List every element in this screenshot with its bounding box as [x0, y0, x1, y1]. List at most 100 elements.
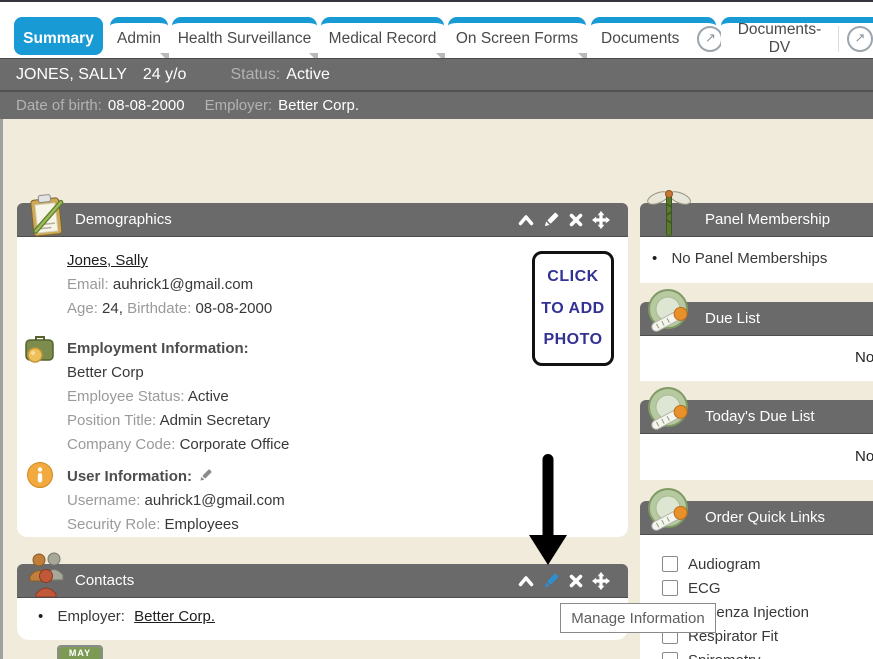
demographics-header-actions [517, 211, 610, 229]
tooltip-text: Manage Information [571, 610, 704, 627]
patient-age: 24 y/o [143, 66, 187, 84]
panel-title: Order Quick Links [705, 509, 825, 526]
tab-admin[interactable]: Admin [110, 17, 168, 55]
user-section-title: User Information: [67, 468, 192, 485]
email-value: auhrick1@gmail.com [113, 276, 253, 293]
photo-text-line: TO ADD [541, 300, 604, 318]
left-edge-strip [0, 119, 3, 659]
edit-pencil-icon-hovered[interactable] [542, 572, 560, 590]
panel-title: Due List [705, 310, 760, 327]
edit-user-pencil-icon[interactable] [198, 468, 213, 483]
collapse-chevron-up-icon[interactable] [517, 572, 535, 590]
due-list-partial-text: No [855, 349, 873, 366]
due-list-body: No [640, 336, 873, 381]
no-panel-memberships-text: No Panel Memberships [671, 250, 827, 267]
employer-label: Employer: [205, 97, 273, 114]
caduceus-icon [646, 188, 692, 238]
panel-title: Today's Due List [705, 408, 815, 425]
age-label: Age: [67, 300, 98, 317]
photo-text-line: CLICK [547, 268, 598, 286]
tab-label: Documents [591, 30, 689, 48]
quick-link-label[interactable]: ECG [688, 580, 721, 597]
email-label: Email: [67, 276, 109, 293]
todays-due-list-partial-text: No [855, 448, 873, 465]
quick-link-label[interactable]: Spirometry [688, 652, 761, 659]
checkbox-ecg[interactable] [662, 580, 678, 596]
move-icon[interactable] [592, 572, 610, 590]
external-link-icon[interactable]: ↗ [847, 26, 873, 52]
todays-due-list-body: No [640, 434, 873, 480]
thermometer-wreath-icon [644, 384, 692, 436]
panel-title: Demographics [75, 211, 172, 228]
position-title-label: Position Title: [67, 412, 156, 429]
age-value: 24, [102, 300, 123, 317]
company-code-label: Company Code: [67, 436, 175, 453]
external-link-icon[interactable]: ↗ [697, 26, 723, 52]
company-code-value: Corporate Office [180, 436, 290, 453]
app-window: Summary Admin Health Surveillance Medica… [0, 0, 873, 659]
employee-status-label: Employee Status: [67, 388, 185, 405]
calendar-month-label: MAY [59, 647, 101, 659]
contacts-body: • Employer: Better Corp. [17, 598, 628, 640]
checkbox-spirometry[interactable] [662, 652, 678, 659]
birthdate-label: Birthdate: [127, 300, 191, 317]
tab-label: On Screen Forms [456, 30, 578, 48]
add-photo-button[interactable]: CLICK TO ADD PHOTO [532, 251, 614, 366]
position-title-value: Admin Secretary [160, 412, 271, 429]
dob-value: 08-08-2000 [108, 97, 185, 114]
tab-medical-record[interactable]: Medical Record [321, 17, 444, 55]
tab-label: Health Surveillance [178, 30, 312, 48]
dob-label: Date of birth: [16, 97, 102, 114]
status-label: Status: [230, 66, 280, 84]
quick-link-row: Spirometry [662, 648, 873, 659]
employee-status-value: Active [188, 388, 229, 405]
checkbox-audiogram[interactable] [662, 556, 678, 572]
contacts-people-icon [26, 551, 66, 597]
tab-label: Summary [23, 30, 94, 48]
edit-pencil-icon[interactable] [542, 211, 560, 229]
tab-summary[interactable]: Summary [14, 17, 103, 55]
bullet-icon: • [652, 250, 657, 267]
panel-title: Panel Membership [705, 211, 830, 228]
order-quick-links-body: Audiogram ECG Influenza Injection Respir… [640, 535, 873, 659]
contact-employer-link[interactable]: Better Corp. [134, 608, 215, 625]
manage-information-tooltip: Manage Information [560, 603, 716, 633]
quick-link-row: Audiogram [662, 552, 873, 576]
quick-link-label[interactable]: Audiogram [688, 556, 761, 573]
employment-section-title: Employment Information: [67, 340, 249, 357]
panel-membership-body: • No Panel Memberships [640, 237, 873, 283]
patient-detail-bar: Date of birth: 08-08-2000 Employer: Bett… [0, 92, 873, 119]
photo-text-line: PHOTO [543, 331, 602, 349]
tab-bar: Summary Admin Health Surveillance Medica… [0, 2, 873, 58]
security-role-label: Security Role: [67, 516, 160, 533]
calendar-may-icon: MAY [57, 645, 103, 659]
clipboard-icon [24, 190, 68, 238]
thermometer-wreath-icon [644, 286, 692, 338]
close-icon[interactable] [567, 572, 585, 590]
username-value: auhrick1@gmail.com [145, 492, 285, 509]
tab-label: Documents-DV [721, 21, 838, 57]
panel-title: Contacts [75, 572, 134, 589]
patient-summary-bar: JONES, SALLY 24 y/o Status: Active [0, 58, 873, 90]
pointer-arrow-cursor [528, 454, 568, 566]
contact-employer-label: Employer: [57, 608, 125, 625]
info-icon [26, 461, 54, 489]
status-value: Active [286, 66, 330, 84]
move-icon[interactable] [592, 211, 610, 229]
contacts-header-actions [517, 572, 610, 590]
tab-on-screen-forms[interactable]: On Screen Forms [448, 17, 586, 55]
bullet-icon: • [38, 608, 43, 625]
patient-name: JONES, SALLY [16, 66, 127, 84]
briefcase-icon [24, 333, 56, 363]
tab-label: Admin [117, 30, 161, 48]
tab-label: Medical Record [329, 30, 437, 48]
tab-documents-dv[interactable]: Documents-DV ↗ [721, 17, 873, 55]
birthdate-value: 08-08-2000 [195, 300, 272, 317]
quick-link-row: ECG [662, 576, 873, 600]
tab-documents[interactable]: Documents ↗ [591, 17, 716, 55]
close-icon[interactable] [567, 211, 585, 229]
patient-name-link[interactable]: Jones, Sally [67, 252, 148, 269]
tab-health-surveillance[interactable]: Health Surveillance [172, 17, 317, 55]
employer-value: Better Corp. [278, 97, 359, 114]
collapse-chevron-up-icon[interactable] [517, 211, 535, 229]
